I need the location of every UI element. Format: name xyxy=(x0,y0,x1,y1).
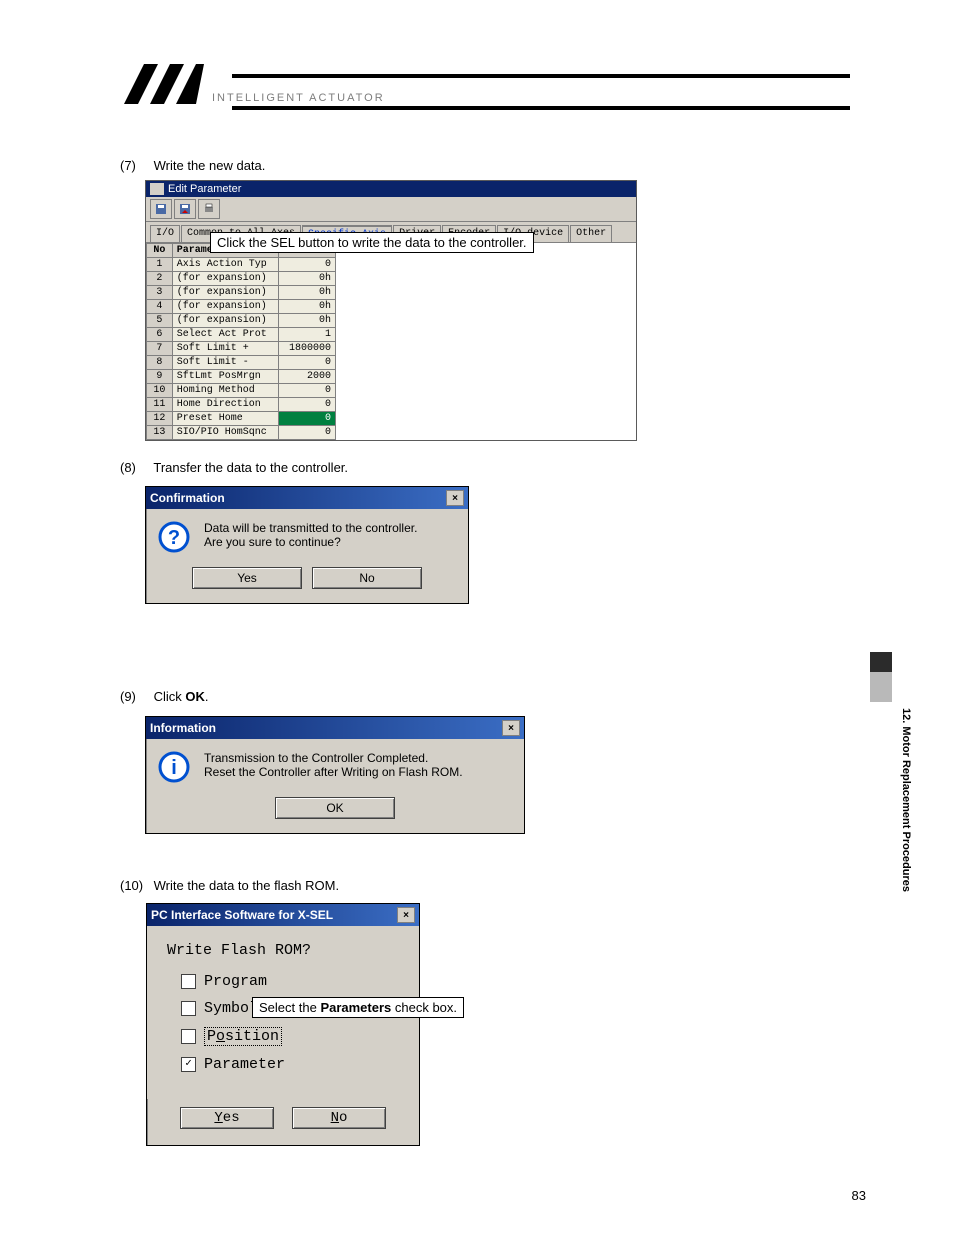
position-checkbox[interactable] xyxy=(181,1029,196,1044)
edit-parameter-toolbar xyxy=(146,197,636,222)
section-label: 12. Motor Replacement Procedures xyxy=(900,708,912,892)
confirmation-title: Confirmation xyxy=(150,491,225,505)
close-icon[interactable]: × xyxy=(502,720,520,736)
header-rule-top xyxy=(232,74,850,78)
table-row: 9SftLmt PosMrgn2000 xyxy=(147,370,336,384)
header-rule-bottom xyxy=(232,106,850,110)
parameter-checkbox[interactable] xyxy=(181,1057,196,1072)
program-option[interactable]: Program xyxy=(181,973,403,990)
close-icon[interactable]: × xyxy=(397,907,415,923)
table-row: 1Axis Action Typ0 xyxy=(147,258,336,272)
program-label: Program xyxy=(204,973,267,990)
parameter-grid: No Parame 1Axis Action Typ0 2(for expans… xyxy=(146,243,636,440)
tab-other[interactable]: Other xyxy=(570,225,612,242)
question-icon: ? xyxy=(158,521,190,553)
confirmation-titlebar: Confirmation × xyxy=(146,487,468,509)
table-row: 3(for expansion)0h xyxy=(147,286,336,300)
info-icon: i xyxy=(158,751,190,783)
parameter-label: Parameter xyxy=(204,1056,285,1073)
table-row-active: 12Preset Home0 xyxy=(147,412,336,426)
step-8-text: (8) Transfer the data to the controller. xyxy=(120,460,348,475)
symbol-checkbox[interactable] xyxy=(181,1001,196,1016)
flash-question: Write Flash ROM? xyxy=(167,942,403,959)
program-checkbox[interactable] xyxy=(181,974,196,989)
sel-write-icon[interactable] xyxy=(174,199,196,219)
print-icon[interactable] xyxy=(198,199,220,219)
close-icon[interactable]: × xyxy=(446,490,464,506)
table-row: 8Soft Limit -0 xyxy=(147,356,336,370)
step-9-text: (9) Click OK. xyxy=(120,689,209,704)
step-7-text: (7) Write the new data. xyxy=(120,158,265,173)
table-row: 7Soft Limit +1800000 xyxy=(147,342,336,356)
position-option[interactable]: Position xyxy=(181,1027,403,1046)
information-dialog: Information × i Transmission to the Cont… xyxy=(145,716,525,834)
tab-io[interactable]: I/O xyxy=(150,225,180,242)
table-row: 11Home Direction0 xyxy=(147,398,336,412)
flash-rom-title: PC Interface Software for X-SEL xyxy=(151,908,333,922)
no-button[interactable]: No xyxy=(292,1107,386,1129)
no-button[interactable]: No xyxy=(312,567,422,589)
table-row: 4(for expansion)0h xyxy=(147,300,336,314)
flash-rom-dialog: PC Interface Software for X-SEL × Write … xyxy=(146,903,420,1146)
position-label: Position xyxy=(204,1027,282,1046)
ok-button[interactable]: OK xyxy=(275,797,395,819)
edit-parameter-title: Edit Parameter xyxy=(168,183,241,195)
information-titlebar: Information × xyxy=(146,717,524,739)
information-title: Information xyxy=(150,721,216,735)
table-row: 5(for expansion)0h xyxy=(147,314,336,328)
thumb-index xyxy=(870,652,892,702)
step-10-text: (10) Write the data to the flash ROM. xyxy=(120,878,339,893)
col-no: No xyxy=(147,244,173,258)
table-row: 6Select Act Prot1 xyxy=(147,328,336,342)
table-row: 13SIO/PIO HomSqnc0 xyxy=(147,426,336,440)
yes-button[interactable]: Yes xyxy=(180,1107,274,1129)
save-icon[interactable] xyxy=(150,199,172,219)
svg-text:i: i xyxy=(171,757,177,779)
yes-button[interactable]: Yes xyxy=(192,567,302,589)
brand-logo-icon xyxy=(120,60,204,108)
information-message: Transmission to the Controller Completed… xyxy=(204,751,463,783)
edit-parameter-window: Edit Parameter I/O Common to All Axes Sp… xyxy=(145,180,637,441)
svg-text:?: ? xyxy=(168,527,180,549)
callout-sel-button: Click the SEL button to write the data t… xyxy=(210,232,534,253)
page-header: INTELLIGENT ACTUATOR xyxy=(120,60,850,108)
flash-rom-titlebar: PC Interface Software for X-SEL × xyxy=(147,904,419,926)
table-row: 2(for expansion)0h xyxy=(147,272,336,286)
parameter-option[interactable]: Parameter xyxy=(181,1056,403,1073)
confirmation-dialog: Confirmation × ? Data will be transmitte… xyxy=(145,486,469,604)
table-row: 10Homing Method0 xyxy=(147,384,336,398)
edit-parameter-titlebar: Edit Parameter xyxy=(146,181,636,197)
symbol-label: Symbol xyxy=(204,1000,258,1017)
callout-parameters-checkbox: Select the Parameters check box. xyxy=(252,997,464,1018)
confirmation-message: Data will be transmitted to the controll… xyxy=(204,521,417,553)
app-icon xyxy=(150,183,164,195)
page-number: 83 xyxy=(852,1188,866,1203)
